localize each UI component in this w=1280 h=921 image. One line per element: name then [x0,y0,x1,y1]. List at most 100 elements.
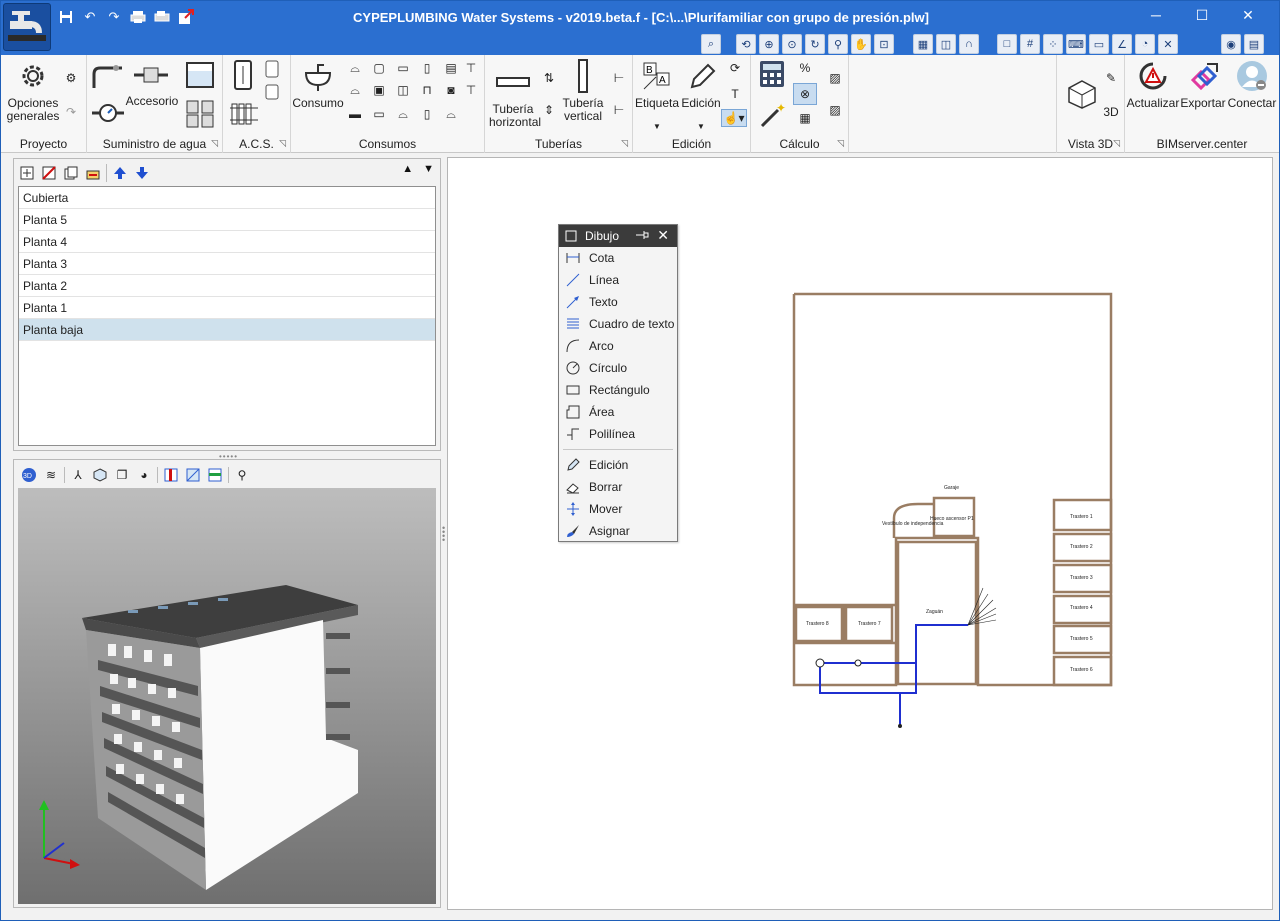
pan-hand-icon[interactable]: ✋ [851,34,871,54]
conectar-button[interactable]: Conectar [1227,59,1277,110]
3d-mode-icon[interactable]: 3D [20,466,38,484]
move-level-down-icon[interactable] [133,164,151,182]
water-supply-icon[interactable] [91,61,125,91]
dibujo-panel-header[interactable]: Dibujo ✕ [559,225,677,247]
dialog-launcher-icon[interactable]: ◹ [279,138,286,149]
duplicate-icon[interactable]: ⟳ [725,59,745,77]
section-red-icon[interactable] [162,466,180,484]
export-icon[interactable] [177,8,195,26]
shower-icon[interactable]: ▢ [369,59,389,77]
dibujo-item-borrar[interactable]: Borrar [559,476,677,498]
render-eye-icon[interactable]: ◕ [135,466,153,484]
pipe-split-icon[interactable]: ⇅ [539,69,559,87]
water-heater-small-icon[interactable]: ▯ [417,105,437,123]
copy-level-icon[interactable] [62,164,80,182]
water-meter-icon[interactable] [91,99,125,127]
dibujo-item-rectangulo[interactable]: Rectángulo [559,379,677,401]
zoom-all-icon[interactable]: ⊕ [759,34,779,54]
magnet-icon[interactable]: ∩ [959,34,979,54]
text-edit-icon[interactable]: T [725,85,745,103]
axes-icon[interactable]: ⅄ [69,466,87,484]
close-panel-icon[interactable]: ✕ [657,227,669,244]
errors-icon[interactable]: ▨ [825,69,845,87]
level-item[interactable]: Planta 4 [19,231,435,253]
tuberia-vertical-button[interactable]: Tubería vertical [559,59,607,123]
etiqueta-button[interactable]: BA Etiqueta ▼ [635,59,679,133]
section-blue-icon[interactable] [184,466,202,484]
laundry-sink-icon[interactable]: ▭ [369,105,389,123]
edicion-button[interactable]: Edición ▼ [679,59,723,133]
box-view-icon[interactable] [91,466,109,484]
3d-edit-icon[interactable]: ✎ [1101,69,1121,87]
dibujo-item-area[interactable]: Área [559,401,677,423]
3d-view-icon[interactable]: 3D [1101,103,1121,121]
accesorio-button[interactable]: Accesorio [126,95,179,108]
level-item[interactable]: Planta 2 [19,275,435,297]
hydrant-icon[interactable]: ⌓ [441,105,461,123]
level-item-selected[interactable]: Planta baja [19,319,435,341]
orbit-icon[interactable]: ◔ [1135,34,1155,54]
pipe-join-icon[interactable]: ⇕ [539,101,559,119]
redo-small-icon[interactable]: ↷ [61,103,81,121]
dishwasher-icon[interactable]: ▣ [369,81,389,99]
fountain-icon[interactable]: ⊓ [417,81,437,99]
globe-icon[interactable]: ◉ [1221,34,1241,54]
check-results-icon[interactable]: ⊗ [793,83,817,105]
tuberia-horizontal-button[interactable]: Tubería horizontal [487,65,541,129]
book-icon[interactable]: ▤ [1244,34,1264,54]
kitchen-sink-icon[interactable]: ▬ [345,105,365,123]
3d-cube-icon[interactable] [1065,77,1099,111]
zoom-icon[interactable]: ⚲ [828,34,848,54]
print-setup-icon[interactable] [153,8,171,26]
maximize-button[interactable]: ☐ [1179,7,1225,24]
level-item[interactable]: Planta 3 [19,253,435,275]
dibujo-item-texto[interactable]: Texto [559,291,677,313]
keyboard-icon[interactable]: ⌨ [1066,34,1086,54]
delete-level-icon[interactable] [40,164,58,182]
copy-view-icon[interactable]: ❐ [113,466,131,484]
washbasin-icon[interactable]: ⌓ [345,59,365,77]
layers-icon[interactable]: ▦ [913,34,933,54]
settings-small-icon[interactable]: ⚙ [61,69,81,87]
dibujo-item-mover[interactable]: Mover [559,498,677,520]
boiler-icon[interactable] [263,59,281,79]
tap-icon[interactable]: ⊤ [461,59,481,77]
assign-hand-icon[interactable]: ☝▾ [721,109,747,127]
pipe-tee-icon[interactable]: ⊢ [609,101,629,119]
scroll-up-icon[interactable]: ▲ [402,163,413,175]
pin-icon[interactable] [635,228,649,245]
zoom-3d-icon[interactable]: ⚲ [233,466,251,484]
magic-wand-icon[interactable]: ✦ [757,101,787,129]
refresh-icon[interactable]: ↻ [805,34,825,54]
water-heater-icon[interactable] [231,59,255,91]
dibujo-item-cota[interactable]: Cota [559,247,677,269]
redo-icon[interactable]: ↷ [105,8,123,26]
dialog-launcher-icon[interactable]: ◹ [837,138,844,149]
actualizar-button[interactable]: Actualizar [1127,59,1179,110]
garden-tap-icon[interactable]: ⊤ [461,81,481,99]
tools-icon[interactable]: ✕ [1158,34,1178,54]
consumo-button[interactable]: Consumo [292,59,344,110]
scroll-down-icon[interactable]: ▼ [423,163,434,175]
add-level-icon[interactable] [18,164,36,182]
cistern-icon[interactable]: ▤ [441,59,461,77]
opciones-generales-button[interactable]: Opciones generales [7,59,59,123]
save-icon[interactable] [57,8,75,26]
pump-group-icon[interactable] [183,99,217,129]
dibujo-item-linea[interactable]: Línea [559,269,677,291]
zoom-window-icon[interactable]: ⊙ [782,34,802,54]
dibujo-item-polilinea[interactable]: Polilínea [559,423,677,445]
grid-icon[interactable]: # [1020,34,1040,54]
tank-icon[interactable] [183,59,217,89]
app-faucet-icon[interactable] [3,3,51,51]
edicion-dropdown-icon[interactable]: ▼ [697,120,705,133]
edit-level-icon[interactable] [84,164,102,182]
snap-icon[interactable]: ◫ [936,34,956,54]
rotate-view-icon[interactable]: ⟲ [736,34,756,54]
calculate-grid-icon[interactable]: ▦ [795,109,815,127]
level-item[interactable]: Cubierta [19,187,435,209]
exportar-button[interactable]: Exportar [1179,59,1227,110]
heater-small-icon[interactable] [263,83,281,101]
washing-machine-icon[interactable]: ◙ [441,81,461,99]
dibujo-item-asignar[interactable]: Asignar [559,520,677,542]
